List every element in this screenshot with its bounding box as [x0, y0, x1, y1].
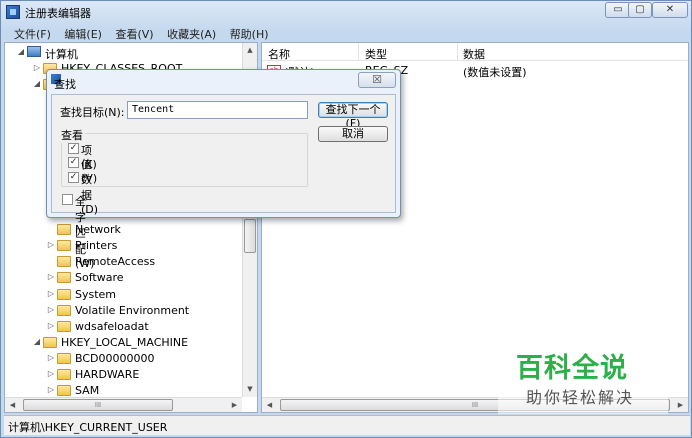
find-target-input[interactable]: Tencent — [127, 101, 308, 119]
tree-item-label: HARDWARE — [75, 368, 140, 381]
find-dialog-title: 查找 — [54, 78, 76, 91]
tree-item[interactable]: ◢ 计算机 — [5, 45, 243, 61]
scroll-right-arrow-icon[interactable]: ▶ — [227, 398, 242, 412]
scroll-left-arrow-icon[interactable]: ◀ — [262, 398, 277, 412]
column-divider[interactable] — [358, 43, 359, 61]
checkbox-icon[interactable] — [62, 194, 73, 205]
registry-editor-window: 注册表编辑器 ▭ ▢ ✕ 文件(F) 编辑(E) 查看(V) 收藏夹(A) 帮助… — [0, 0, 692, 438]
tree-item-label: BCD00000000 — [75, 352, 155, 365]
folder-icon — [57, 240, 71, 251]
tree-item-label: SAM — [75, 384, 100, 397]
find-dialog: 查找 ☒ 查找目标(N): Tencent 查找下一个(F) 取消 查看 ✓ 项… — [46, 69, 401, 270]
window-title: 注册表编辑器 — [25, 7, 91, 20]
expanded-arrow-icon[interactable]: ◢ — [17, 47, 25, 56]
collapsed-arrow-icon[interactable]: ▷ — [47, 305, 55, 314]
folder-icon — [57, 256, 71, 267]
folder-icon — [57, 289, 71, 300]
folder-icon — [57, 305, 71, 316]
expanded-arrow-icon[interactable]: ◢ — [33, 337, 41, 346]
cancel-button[interactable]: 取消 — [318, 126, 388, 142]
tree-item-label: Software — [75, 271, 124, 284]
tree-item[interactable]: RemoteAccess — [5, 254, 243, 270]
close-button[interactable]: ✕ — [652, 2, 688, 18]
scroll-up-arrow-icon[interactable]: ▲ — [243, 43, 257, 58]
find-next-button[interactable]: 查找下一个(F) — [318, 102, 388, 130]
collapsed-arrow-icon[interactable]: ▷ — [47, 240, 55, 249]
watermark-title: 百科全说 — [516, 353, 628, 384]
tree-item-label: HKEY_LOCAL_MACHINE — [61, 336, 189, 349]
folder-icon — [57, 272, 71, 283]
column-header-name[interactable]: 名称 — [268, 46, 290, 62]
folder-icon — [57, 353, 71, 364]
value-data: (数值未设置) — [463, 66, 527, 79]
collapsed-arrow-icon[interactable]: ▷ — [33, 63, 41, 72]
folder-icon — [57, 385, 71, 396]
checkbox-check-icon[interactable]: ✓ — [68, 143, 79, 154]
folder-icon — [57, 224, 71, 235]
folder-icon — [57, 369, 71, 380]
tree-item[interactable]: ▷ wdsafeloadat — [5, 319, 243, 335]
tree-item[interactable]: ▷ System — [5, 287, 243, 303]
column-header-type[interactable]: 类型 — [365, 46, 387, 62]
status-path: 计算机\HKEY_CURRENT_USER — [8, 421, 168, 434]
column-header-data[interactable]: 数据 — [463, 46, 485, 62]
tree-item-label: wdsafeloadat — [75, 320, 149, 333]
collapsed-arrow-icon[interactable]: ▷ — [47, 289, 55, 298]
look-at-label: 查看 — [59, 127, 85, 143]
watermark: 百科全说 助你轻松解决 — [498, 344, 668, 414]
checkbox-check-icon[interactable]: ✓ — [68, 172, 79, 183]
tree-item[interactable]: ▷ Software — [5, 270, 243, 286]
computer-icon — [27, 46, 41, 57]
tree-item[interactable]: ▷ BCD00000000 — [5, 351, 243, 367]
scroll-left-arrow-icon[interactable]: ◀ — [5, 398, 20, 412]
scroll-down-arrow-icon[interactable]: ▼ — [243, 382, 257, 397]
collapsed-arrow-icon[interactable]: ▷ — [47, 385, 55, 394]
watermark-subtitle: 助你轻松解决 — [526, 388, 635, 407]
tree-horizontal-scrollbar[interactable]: ◀ III ▶ — [5, 397, 242, 412]
value-list-header: 名称 类型 数据 — [262, 43, 688, 62]
tree-item[interactable]: ◢ HKEY_LOCAL_MACHINE — [5, 335, 243, 351]
status-bar: 计算机\HKEY_CURRENT_USER — [4, 415, 690, 435]
tree-item-label: System — [75, 288, 117, 301]
collapsed-arrow-icon[interactable]: ▷ — [47, 353, 55, 362]
checkbox-check-icon[interactable]: ✓ — [68, 157, 79, 168]
tree-vertical-scroll-thumb[interactable] — [244, 219, 256, 253]
expanded-arrow-icon[interactable]: ◢ — [33, 79, 41, 88]
tree-item[interactable]: ▷ Volatile Environment — [5, 303, 243, 319]
collapsed-arrow-icon[interactable]: ▷ — [47, 369, 55, 378]
tree-item[interactable]: ▷ Printers — [5, 238, 243, 254]
folder-icon — [57, 321, 71, 332]
tree-item-label: Volatile Environment — [75, 304, 190, 317]
find-dialog-body: 查找目标(N): Tencent 查找下一个(F) 取消 查看 ✓ 项(K) ✓… — [51, 94, 396, 270]
collapsed-arrow-icon[interactable]: ▷ — [47, 321, 55, 330]
maximize-button[interactable]: ▢ — [628, 2, 652, 18]
column-divider[interactable] — [457, 43, 458, 61]
title-bar: 注册表编辑器 ▭ ▢ ✕ — [1, 1, 691, 23]
tree-item-label: 计算机 — [45, 48, 78, 61]
tree-item[interactable]: Network — [5, 222, 243, 238]
scroll-right-arrow-icon[interactable]: ▶ — [673, 398, 688, 412]
tree-horizontal-scroll-thumb[interactable]: III — [23, 399, 173, 411]
match-whole-string-label: 全字匹配(W) — [75, 195, 95, 270]
collapsed-arrow-icon[interactable]: ▷ — [47, 272, 55, 281]
find-dialog-close-button[interactable]: ☒ — [358, 72, 396, 88]
tree-item[interactable]: ▷ HARDWARE — [5, 367, 243, 383]
registry-app-icon — [6, 5, 20, 19]
find-target-label: 查找目标(N): — [60, 106, 125, 119]
folder-icon — [43, 337, 57, 348]
menu-bar: 文件(F) 编辑(E) 查看(V) 收藏夹(A) 帮助(H) — [1, 23, 691, 43]
